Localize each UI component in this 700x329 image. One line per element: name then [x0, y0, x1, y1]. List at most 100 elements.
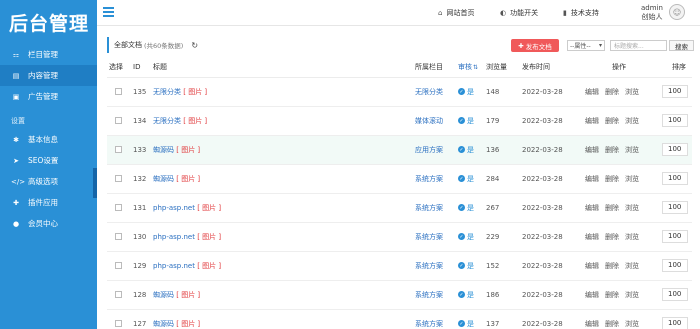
row-title-link[interactable]: 蜘源码 [153, 320, 174, 328]
row-checkbox[interactable] [115, 146, 122, 153]
sort-input[interactable]: 100 [662, 114, 688, 127]
table-row[interactable]: 129 php-asp.net [ 图片 ] 系统方案 ✓ 是 152 2022-03-28… [107, 251, 692, 281]
edit-link[interactable]: 编辑 [585, 320, 599, 328]
delete-link[interactable]: 删除 [605, 117, 619, 125]
row-title-link[interactable]: php-asp.net [153, 204, 195, 212]
audit-status[interactable]: ✓ 是 [458, 290, 474, 300]
table-row[interactable]: 134 无限分类 [ 图片 ] 媒体滚动 ✓ 是 179 2022-03-28 编辑 删除 浏览 1… [107, 106, 692, 136]
browse-link[interactable]: 浏览 [625, 204, 639, 212]
sidebar-item[interactable]: ▣ 广告管理 [0, 86, 97, 107]
table-row[interactable]: 135 无限分类 [ 图片 ] 无限分类 ✓ 是 148 2022-03-28 编辑 删除 浏览 1… [107, 77, 692, 107]
row-column-link[interactable]: 媒体滚动 [415, 117, 443, 125]
row-column-link[interactable]: 系统方案 [415, 175, 443, 183]
search-button[interactable]: 搜索 [669, 40, 694, 51]
sort-input[interactable]: 100 [662, 259, 688, 272]
row-title-link[interactable]: 无限分类 [153, 88, 181, 96]
edit-link[interactable]: 编辑 [585, 146, 599, 154]
edit-link[interactable]: 编辑 [585, 262, 599, 270]
table-row[interactable]: 131 php-asp.net [ 图片 ] 系统方案 ✓ 是 267 2022-03-28… [107, 193, 692, 223]
sidebar-item[interactable]: ➤ SEO设置 [0, 150, 97, 171]
edit-link[interactable]: 编辑 [585, 117, 599, 125]
table-row[interactable]: 128 蜘源码 [ 图片 ] 系统方案 ✓ 是 186 2022-03-28 编辑 删除 浏览 10… [107, 280, 692, 310]
user-info[interactable]: admin 创始人 [641, 4, 663, 22]
sort-input[interactable]: 100 [662, 317, 688, 329]
audit-status[interactable]: ✓ 是 [458, 116, 474, 126]
browse-link[interactable]: 浏览 [625, 117, 639, 125]
row-checkbox[interactable] [115, 204, 122, 211]
delete-link[interactable]: 删除 [605, 320, 619, 328]
row-column-link[interactable]: 系统方案 [415, 320, 443, 328]
row-title-link[interactable]: php-asp.net [153, 262, 195, 270]
table-row[interactable]: 130 php-asp.net [ 图片 ] 系统方案 ✓ 是 229 2022-03-28… [107, 222, 692, 252]
row-title-link[interactable]: php-asp.net [153, 233, 195, 241]
sidebar-item[interactable]: </> 高级选项 [0, 171, 97, 192]
menu-toggle-icon[interactable] [103, 7, 114, 17]
delete-link[interactable]: 删除 [605, 233, 619, 241]
browse-link[interactable]: 浏览 [625, 175, 639, 183]
browse-link[interactable]: 浏览 [625, 320, 639, 328]
sort-input[interactable]: 100 [662, 85, 688, 98]
browse-link[interactable]: 浏览 [625, 262, 639, 270]
sort-input[interactable]: 100 [662, 288, 688, 301]
sidebar-item[interactable]: ● 会员中心 [0, 213, 97, 234]
row-checkbox[interactable] [115, 233, 122, 240]
browse-link[interactable]: 浏览 [625, 233, 639, 241]
topbar-link-home[interactable]: ⌂ 网站首页 [438, 8, 474, 18]
row-column-link[interactable]: 系统方案 [415, 262, 443, 270]
edit-link[interactable]: 编辑 [585, 291, 599, 299]
row-checkbox[interactable] [115, 320, 122, 327]
sidebar-item[interactable]: ▤ 内容管理 [0, 65, 97, 86]
delete-link[interactable]: 删除 [605, 204, 619, 212]
delete-link[interactable]: 删除 [605, 291, 619, 299]
edit-link[interactable]: 编辑 [585, 233, 599, 241]
row-checkbox[interactable] [115, 262, 122, 269]
table-row[interactable]: 133 蜘源码 [ 图片 ] 应用方案 ✓ 是 136 2022-03-28 编辑 删除 浏览 10… [107, 135, 692, 165]
sidebar-item[interactable]: ✚ 插件应用 [0, 192, 97, 213]
sidebar-item[interactable]: ⚏ 栏目管理 [0, 44, 97, 65]
edit-link[interactable]: 编辑 [585, 175, 599, 183]
row-column-link[interactable]: 系统方案 [415, 204, 443, 212]
table-row[interactable]: 132 蜘源码 [ 图片 ] 系统方案 ✓ 是 284 2022-03-28 编辑 删除 浏览 10… [107, 164, 692, 194]
row-checkbox[interactable] [115, 88, 122, 95]
topbar-link-toggle[interactable]: ◐ 功能开关 [500, 8, 538, 18]
sort-input[interactable]: 100 [662, 143, 688, 156]
topbar-link-support[interactable]: ▮ 技术支持 [563, 8, 599, 18]
row-title-link[interactable]: 蜘源码 [153, 291, 174, 299]
avatar[interactable]: ☺ [669, 4, 685, 20]
row-checkbox[interactable] [115, 117, 122, 124]
browse-link[interactable]: 浏览 [625, 291, 639, 299]
edit-link[interactable]: 编辑 [585, 204, 599, 212]
sidebar-item[interactable]: ✱ 基本信息 [0, 129, 97, 150]
row-column-link[interactable]: 无限分类 [415, 88, 443, 96]
header-audit[interactable]: 审核⇅ [458, 58, 486, 78]
row-column-link[interactable]: 系统方案 [415, 291, 443, 299]
audit-status[interactable]: ✓ 是 [458, 145, 474, 155]
row-title-link[interactable]: 蜘源码 [153, 175, 174, 183]
refresh-icon[interactable]: ↻ [191, 41, 198, 50]
audit-status[interactable]: ✓ 是 [458, 87, 474, 97]
publish-button[interactable]: ✚ 发布文档 [511, 39, 559, 52]
audit-status[interactable]: ✓ 是 [458, 261, 474, 271]
delete-link[interactable]: 删除 [605, 146, 619, 154]
row-title-link[interactable]: 无限分类 [153, 117, 181, 125]
table-row[interactable]: 127 蜘源码 [ 图片 ] 系统方案 ✓ 是 137 2022-03-28 编辑 删除 浏览 10… [107, 309, 692, 329]
audit-status[interactable]: ✓ 是 [458, 232, 474, 242]
row-column-link[interactable]: 系统方案 [415, 233, 443, 241]
edit-link[interactable]: 编辑 [585, 88, 599, 96]
browse-link[interactable]: 浏览 [625, 88, 639, 96]
row-title-link[interactable]: 蜘源码 [153, 146, 174, 154]
delete-link[interactable]: 删除 [605, 175, 619, 183]
search-input[interactable]: 标题搜索... [610, 40, 667, 51]
sort-input[interactable]: 100 [662, 201, 688, 214]
row-checkbox[interactable] [115, 291, 122, 298]
browse-link[interactable]: 浏览 [625, 146, 639, 154]
audit-status[interactable]: ✓ 是 [458, 174, 474, 184]
delete-link[interactable]: 删除 [605, 262, 619, 270]
delete-link[interactable]: 删除 [605, 88, 619, 96]
audit-status[interactable]: ✓ 是 [458, 319, 474, 329]
sort-input[interactable]: 100 [662, 230, 688, 243]
row-checkbox[interactable] [115, 175, 122, 182]
attribute-select[interactable]: --属性-- ▾ [567, 40, 605, 51]
sort-input[interactable]: 100 [662, 172, 688, 185]
sidebar-scroll-handle[interactable] [93, 168, 97, 198]
